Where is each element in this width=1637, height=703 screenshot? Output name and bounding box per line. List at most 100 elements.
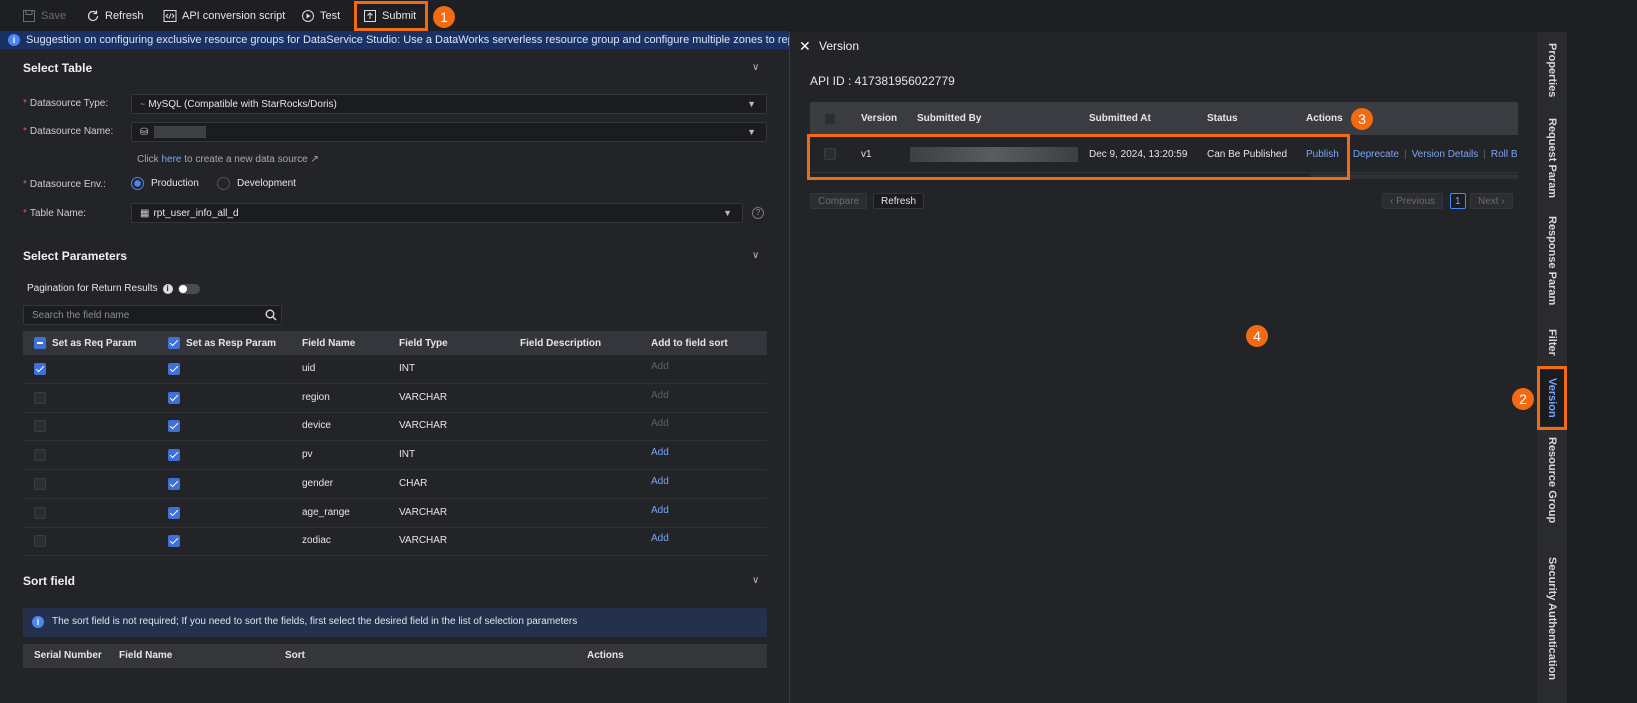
add-to-sort-link[interactable]: Add — [651, 476, 669, 487]
field-type-cell: INT — [399, 363, 416, 374]
close-icon[interactable]: ✕ — [799, 38, 811, 55]
req-param-checkbox[interactable] — [34, 535, 46, 548]
add-to-sort-link[interactable]: Add — [651, 361, 669, 372]
compare-button[interactable]: Compare — [810, 193, 868, 209]
collapse-chevron-icon[interactable]: ∨ — [752, 62, 764, 74]
field-type-cell: VARCHAR — [399, 535, 448, 547]
sort-table-header: Serial Number Field Name Sort Actions — [23, 644, 767, 668]
field-name-cell: zodiac — [302, 535, 331, 547]
collapse-chevron-icon[interactable]: ∨ — [752, 250, 764, 262]
resp-param-checkbox[interactable] — [168, 391, 180, 404]
mysql-icon: ~ — [140, 99, 146, 109]
save-button[interactable]: Save — [22, 8, 66, 24]
tab-security-authentication[interactable]: Security Authentication — [1537, 536, 1567, 701]
roll-back-link[interactable]: Roll B — [1491, 149, 1518, 160]
field-type-cell: INT — [399, 449, 416, 461]
req-param-checkbox[interactable] — [34, 420, 46, 433]
datasource-type-label: * Datasource Type: — [23, 98, 109, 109]
section-title-select-table: Select Table — [23, 61, 93, 75]
api-conversion-script-button[interactable]: API conversion script — [163, 8, 285, 24]
refresh-button[interactable]: Refresh — [86, 8, 144, 24]
help-icon[interactable]: ? — [752, 207, 764, 219]
tab-response-param[interactable]: Response Param — [1537, 210, 1567, 312]
add-to-sort-link[interactable]: Add — [651, 390, 669, 401]
add-to-sort-link[interactable]: Add — [651, 418, 669, 429]
field-type-cell: VARCHAR — [399, 506, 448, 518]
next-page-button[interactable]: Next › — [1470, 193, 1513, 209]
header-field-type: Field Type — [399, 338, 448, 349]
req-param-checkbox[interactable] — [34, 506, 46, 519]
search-icon[interactable] — [265, 309, 277, 321]
header-actions: Actions — [1306, 113, 1343, 124]
version-row-highlight-box — [807, 134, 1350, 180]
table-icon: ▦ — [140, 207, 150, 219]
req-param-checkbox[interactable] — [34, 391, 46, 404]
test-button[interactable]: Test — [301, 8, 340, 24]
info-icon: i — [8, 34, 20, 46]
pagination-setting: Pagination for Return Results i — [27, 283, 200, 294]
callout-badge-2: 2 — [1512, 388, 1534, 410]
section-title-sort-field: Sort field — [23, 574, 76, 588]
tab-properties[interactable]: Properties — [1537, 34, 1567, 106]
resp-param-checkbox[interactable] — [168, 363, 180, 375]
dropdown-arrow-icon: ▼ — [747, 99, 756, 109]
play-icon — [302, 10, 314, 22]
datasource-name-select[interactable]: ⛁ ▼ — [131, 122, 767, 142]
add-to-sort-link[interactable]: Add — [651, 533, 669, 544]
field-search-input[interactable]: Search the field name — [23, 305, 282, 325]
version-details-link[interactable]: Version Details — [1412, 149, 1479, 160]
resp-param-checkbox[interactable] — [168, 449, 180, 462]
add-to-sort-link[interactable]: Add — [651, 505, 669, 516]
req-select-all-checkbox[interactable] — [34, 337, 46, 349]
datasource-name-label: * Datasource Name: — [23, 126, 114, 137]
refresh-icon — [87, 10, 99, 22]
previous-page-button[interactable]: ‹ Previous — [1382, 193, 1444, 209]
version-refresh-button[interactable]: Refresh — [873, 193, 925, 209]
header-field-description: Field Description — [520, 338, 602, 349]
datasource-env-label: * Datasource Env.: — [23, 179, 106, 190]
datasource-type-value: MySQL (Compatible with StarRocks/Doris) — [148, 98, 337, 110]
resp-param-checkbox[interactable] — [168, 506, 180, 519]
external-link-icon: ↗ — [310, 154, 319, 165]
section-title-select-parameters: Select Parameters — [23, 249, 128, 263]
version-table-header: Version Submitted By Submitted At Status… — [810, 102, 1518, 135]
pagination-toggle[interactable] — [177, 283, 200, 294]
datasource-type-select[interactable]: ~ MySQL (Compatible with StarRocks/Doris… — [131, 94, 767, 114]
resp-param-checkbox[interactable] — [168, 420, 180, 433]
table-row: gender CHAR Add — [23, 470, 767, 499]
save-label: Save — [41, 10, 67, 22]
env-development-radio[interactable]: Development — [217, 177, 296, 190]
env-production-radio[interactable]: Production — [131, 177, 199, 190]
create-datasource-link[interactable]: here — [161, 154, 181, 165]
database-icon: ⛁ — [140, 126, 149, 138]
field-name-cell: region — [302, 391, 330, 403]
tab-filter[interactable]: Filter — [1537, 320, 1567, 364]
version-tab-highlight-box — [1537, 366, 1567, 430]
header-serial-number: Serial Number — [34, 650, 102, 661]
collapse-chevron-icon[interactable]: ∨ — [752, 575, 764, 587]
header-field-name: Field Name — [302, 338, 356, 349]
version-select-all-checkbox[interactable] — [824, 113, 836, 125]
resp-select-all-checkbox[interactable] — [168, 337, 180, 349]
req-param-checkbox[interactable] — [34, 449, 46, 462]
tab-resource-group[interactable]: Resource Group — [1537, 432, 1567, 528]
field-name-cell: uid — [302, 363, 316, 374]
resp-param-checkbox[interactable] — [168, 477, 180, 490]
dropdown-arrow-icon: ▼ — [723, 208, 732, 218]
table-name-select[interactable]: ▦ rpt_user_info_all_d ▼ — [131, 203, 743, 223]
tab-request-param[interactable]: Request Param — [1537, 112, 1567, 204]
table-name-label: * Table Name: — [23, 208, 87, 219]
resp-param-checkbox[interactable] — [168, 535, 180, 548]
refresh-label: Refresh — [105, 10, 144, 22]
header-status: Status — [1207, 113, 1238, 124]
req-param-checkbox[interactable] — [34, 363, 46, 375]
add-to-sort-link[interactable]: Add — [651, 447, 669, 458]
deprecate-link[interactable]: Deprecate — [1353, 149, 1399, 160]
create-datasource-hint: Click here to create a new data source ↗ — [137, 154, 319, 165]
header-submitted-by: Submitted By — [917, 113, 982, 124]
callout-badge-3: 3 — [1351, 108, 1373, 130]
table-row: zodiac VARCHAR Add — [23, 527, 767, 557]
req-param-checkbox[interactable] — [34, 477, 46, 490]
radio-unselected-icon — [217, 177, 230, 190]
page-number-button[interactable]: 1 — [1450, 193, 1466, 209]
